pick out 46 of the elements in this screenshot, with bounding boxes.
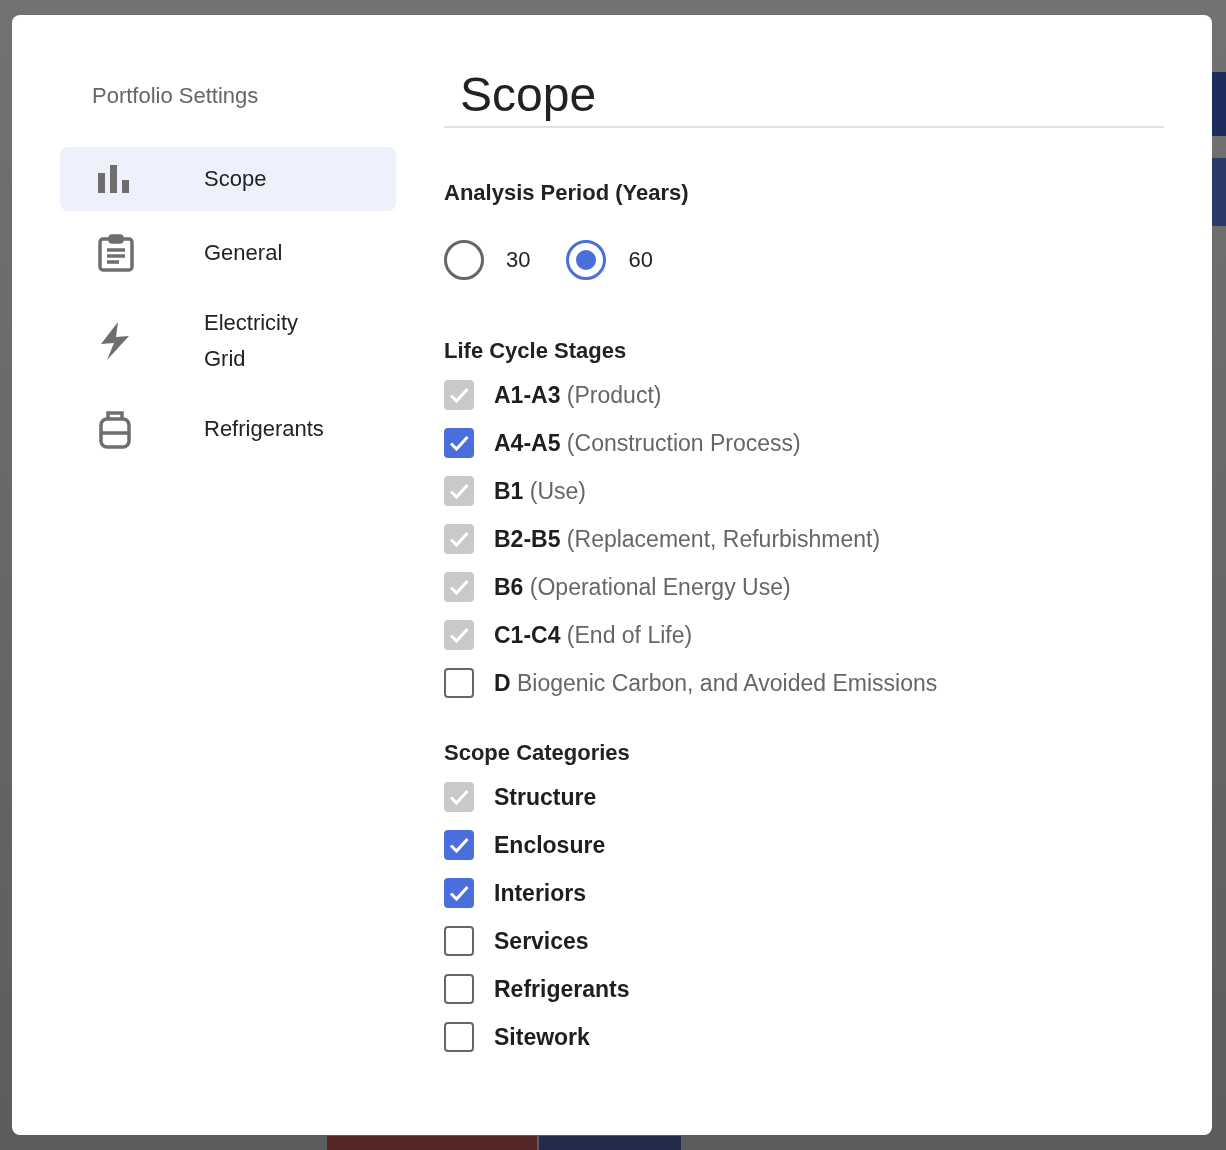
checkbox-label: Services	[494, 927, 589, 955]
checkbox[interactable]	[444, 926, 474, 956]
checkmark-icon	[450, 388, 468, 402]
clipboard-icon	[98, 234, 134, 272]
checkbox-label: A1-A3 (Product)	[494, 381, 662, 409]
section-heading: Analysis Period (Years)	[444, 180, 690, 206]
checkbox-label: Structure	[494, 783, 597, 811]
checkbox-label: B1 (Use)	[494, 477, 587, 505]
page-title: Scope	[444, 67, 1164, 128]
checkbox-label: B6 (Operational Energy Use)	[494, 573, 791, 601]
checkbox-label: Refrigerants	[494, 975, 630, 1003]
bar-chart-icon	[98, 163, 130, 195]
sidebar-title: Portfolio Settings	[91, 83, 260, 109]
checkbox-label: Sitework	[494, 1023, 590, 1051]
checkbox-label: Interiors	[494, 879, 587, 907]
radio-button[interactable]	[566, 240, 607, 280]
sidebar-item[interactable]: General	[60, 221, 396, 285]
checkmark-icon	[450, 484, 468, 498]
checkbox[interactable]	[444, 1022, 474, 1052]
sidebar-item[interactable]: Electricity Grid	[60, 295, 396, 387]
checkbox-label: Enclosure	[494, 831, 606, 859]
checkmark-icon	[450, 532, 468, 546]
radio-label: 60	[628, 247, 653, 273]
checkbox[interactable]	[444, 878, 474, 908]
checkbox[interactable]	[444, 428, 474, 458]
radio-label: 30	[506, 247, 531, 273]
checkmark-icon	[450, 790, 468, 804]
checkbox-label: B2-B5 (Replacement, Refurbishment)	[494, 525, 881, 553]
lightning-icon	[98, 321, 132, 361]
checkbox-label: C1-C4 (End of Life)	[494, 621, 693, 649]
checkbox[interactable]	[444, 830, 474, 860]
checkbox[interactable]	[444, 974, 474, 1004]
checkmark-icon	[450, 628, 468, 642]
checkmark-icon	[450, 580, 468, 594]
section-heading: Life Cycle Stages	[444, 338, 628, 364]
sidebar-item[interactable]: Scope	[60, 147, 396, 211]
checkmark-icon	[450, 436, 468, 450]
checkbox-label: A4-A5 (Construction Process)	[494, 429, 801, 457]
checkbox[interactable]	[444, 668, 474, 698]
checkbox-label: D Biogenic Carbon, and Avoided Emissions	[494, 669, 938, 697]
gas-cylinder-icon	[98, 409, 132, 449]
radio-button[interactable]	[444, 240, 484, 280]
checkmark-icon	[450, 838, 468, 852]
section-heading: Scope Categories	[444, 740, 631, 766]
checkmark-icon	[450, 886, 468, 900]
sidebar-item[interactable]: Refrigerants	[60, 397, 396, 461]
